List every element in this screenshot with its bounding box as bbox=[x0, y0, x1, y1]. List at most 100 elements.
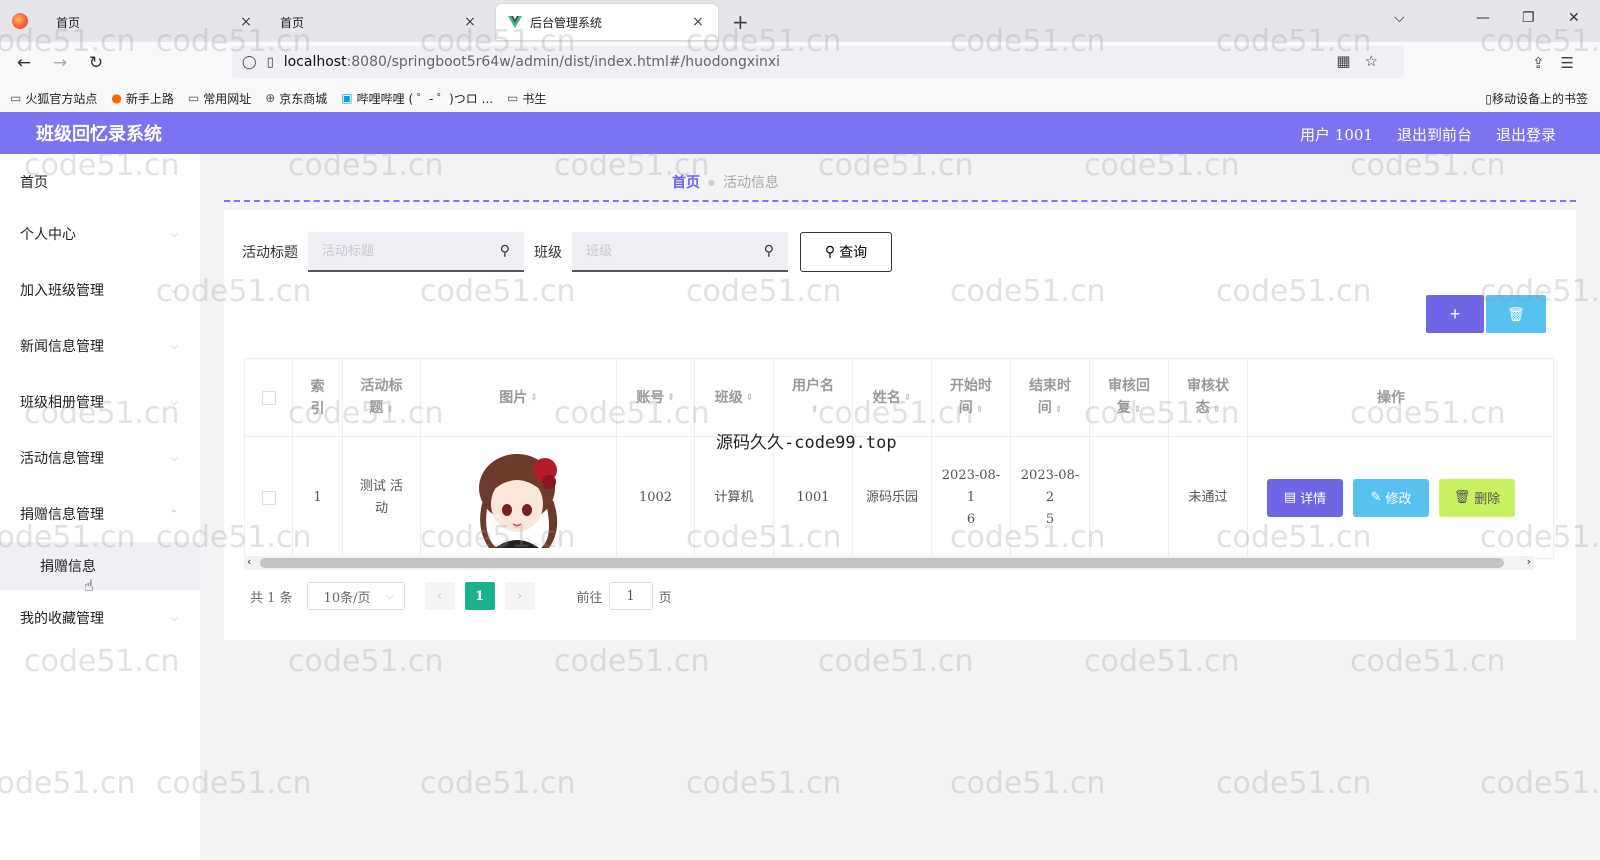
sort-icon[interactable]: ⇕ bbox=[904, 387, 912, 409]
col-account[interactable]: 账号 ⇕ bbox=[617, 359, 695, 436]
document-icon: ▤ bbox=[1283, 490, 1297, 505]
sort-icon[interactable]: ⇕ bbox=[1213, 405, 1221, 415]
sidebar-item-personal-center[interactable]: 个人中心 ⌵ bbox=[0, 206, 200, 262]
col-reply[interactable]: 审核回复 ⇕ bbox=[1090, 359, 1169, 436]
col-label: 题 bbox=[369, 399, 384, 416]
title-search-input[interactable] bbox=[322, 243, 500, 259]
divider bbox=[224, 200, 1576, 202]
tab-list-icon[interactable]: ⌵ bbox=[1394, 10, 1405, 26]
bookmark-item[interactable]: ▭ 书生 bbox=[507, 90, 546, 107]
extensions-icon[interactable]: ⇪☰ bbox=[1532, 54, 1590, 72]
breadcrumb-home[interactable]: 首页 bbox=[672, 172, 700, 192]
table-header-row: 索引 活动标题 ⇕ 图片 ⇕ 账号 ⇕ 班级 ⇕ 用户名 ⇕ 姓名 ⇕ 开始时间 ⇕ 结束时间… bbox=[245, 359, 1553, 437]
bookmark-item[interactable]: ⊕ 京东商城 bbox=[265, 90, 327, 107]
sort-icon[interactable]: ⇕ bbox=[1134, 405, 1142, 415]
col-name[interactable]: 姓名 ⇕ bbox=[853, 359, 932, 436]
sort-icon[interactable]: ⇕ bbox=[386, 405, 394, 415]
col-label: 活动标 bbox=[360, 377, 403, 394]
restore-icon[interactable]: ❐ bbox=[1522, 10, 1535, 26]
col-class[interactable]: 班级 ⇕ bbox=[695, 359, 774, 436]
folder-icon: ▭ bbox=[187, 91, 200, 105]
col-ops: 操作 bbox=[1248, 359, 1534, 436]
page-size-value: 10条/页 bbox=[323, 590, 371, 606]
class-search-field[interactable]: ⚲ bbox=[572, 232, 788, 272]
sidebar-item-join-class[interactable]: 加入班级管理 ⌵ bbox=[0, 262, 200, 318]
new-tab-button[interactable]: + bbox=[732, 10, 749, 34]
cell-ops: ▤ 详情 ✎ 修改 🗑 删除 bbox=[1248, 437, 1534, 558]
forward-icon[interactable]: → bbox=[42, 53, 78, 73]
browser-tab-2[interactable]: 首页 × bbox=[268, 4, 490, 40]
prev-page-button[interactable]: ‹ bbox=[424, 582, 455, 610]
reload-icon[interactable]: ↻ bbox=[78, 53, 114, 73]
goto-page-input[interactable] bbox=[608, 582, 653, 610]
bookmark-item[interactable]: ● 新手上路 bbox=[111, 90, 174, 107]
batch-delete-button[interactable]: 🗑 bbox=[1486, 295, 1546, 333]
table-horizontal-scrollbar[interactable]: ‹ › bbox=[244, 555, 1534, 570]
delete-button[interactable]: 🗑 删除 bbox=[1439, 478, 1515, 517]
watermark: code51.cn bbox=[818, 644, 974, 679]
select-all-checkbox[interactable] bbox=[261, 390, 276, 405]
add-button[interactable]: + bbox=[1426, 295, 1484, 333]
scrollbar-thumb[interactable] bbox=[260, 558, 1504, 568]
sidebar-item-label: 捐赠信息 bbox=[40, 559, 96, 575]
col-end[interactable]: 结束时间 ⇕ bbox=[1011, 359, 1090, 436]
edit-button[interactable]: ✎ 修改 bbox=[1353, 478, 1429, 517]
sort-icon[interactable]: ⇕ bbox=[746, 387, 754, 409]
window-close-icon[interactable]: ✕ bbox=[1568, 10, 1580, 26]
browser-tab-3[interactable]: 后台管理系统 × bbox=[496, 4, 718, 40]
col-index[interactable]: 索引 bbox=[293, 359, 343, 436]
url-bar[interactable]: ◯ ▯ localhost :8080/springboot5r64w/admi… bbox=[232, 46, 1404, 78]
col-username[interactable]: 用户名 ⇕ bbox=[774, 359, 853, 436]
exit-to-front-link[interactable]: 退出到前台 bbox=[1397, 124, 1472, 145]
col-status[interactable]: 审核状态 ⇕ bbox=[1169, 359, 1248, 436]
mobile-bookmarks[interactable]: ▯移动设备上的书签 bbox=[1485, 90, 1588, 107]
sidebar-item-album[interactable]: 班级相册管理 ⌵ bbox=[0, 374, 200, 430]
close-icon[interactable]: × bbox=[462, 14, 478, 30]
sidebar-item-news[interactable]: 新闻信息管理 ⌵ bbox=[0, 318, 200, 374]
detail-button[interactable]: ▤ 详情 bbox=[1267, 478, 1343, 517]
row-checkbox[interactable] bbox=[261, 490, 276, 505]
url-host: localhost bbox=[283, 54, 347, 70]
query-button[interactable]: ⚲ 查询 bbox=[800, 232, 892, 272]
bookmark-label: 常用网址 bbox=[203, 91, 252, 106]
col-start[interactable]: 开始时间 ⇕ bbox=[932, 359, 1011, 436]
sort-icon[interactable]: ⇕ bbox=[530, 387, 538, 409]
sidebar-item-home[interactable]: 首页 bbox=[0, 154, 200, 210]
sidebar-item-favorites[interactable]: 我的收藏管理 ⌵ bbox=[0, 590, 200, 646]
search-icon: ⚲ bbox=[763, 243, 774, 259]
qr-code-icon[interactable]: ▦☆ bbox=[1336, 52, 1392, 70]
browser-tab-1[interactable]: 首页 × bbox=[44, 4, 266, 40]
select-all-cell bbox=[245, 359, 293, 436]
logout-link[interactable]: 退出登录 bbox=[1496, 124, 1556, 145]
bookmark-item[interactable]: ▭ 常用网址 bbox=[188, 90, 251, 107]
scroll-right-icon[interactable]: › bbox=[1527, 555, 1531, 568]
sort-icon[interactable]: ⇕ bbox=[1055, 405, 1063, 415]
close-icon[interactable]: × bbox=[690, 14, 706, 30]
sidebar-item-donation[interactable]: 捐赠信息管理 ⌃ bbox=[0, 486, 200, 542]
sidebar-subitem-donation-info[interactable]: 捐赠信息 bbox=[0, 542, 200, 590]
bookmark-item[interactable]: ▭ 火狐官方站点 bbox=[10, 90, 97, 107]
sort-icon[interactable]: ⇕ bbox=[976, 405, 984, 415]
sort-icon[interactable]: ⇕ bbox=[811, 405, 819, 415]
class-search-label: 班级 bbox=[534, 245, 562, 261]
bookmark-label: 新手上路 bbox=[125, 91, 174, 106]
cell-image bbox=[421, 437, 617, 558]
close-icon[interactable]: × bbox=[238, 14, 254, 30]
title-search-field[interactable]: ⚲ bbox=[308, 232, 524, 272]
scroll-left-icon[interactable]: ‹ bbox=[247, 555, 251, 568]
col-image[interactable]: 图片 ⇕ bbox=[421, 359, 617, 436]
next-page-button[interactable]: › bbox=[504, 582, 535, 610]
cell-name: 源码乐园 bbox=[853, 437, 932, 558]
class-search-input[interactable] bbox=[586, 243, 764, 259]
minimize-icon[interactable]: — bbox=[1476, 10, 1490, 26]
page-number-active[interactable]: 1 bbox=[464, 582, 495, 610]
bookmark-item[interactable]: ▣ 哔哩哔哩 ( ゜- ゜)つロ ... bbox=[341, 90, 493, 107]
table-row: 1 测试 活动 1002 计算机 1001 源码乐园 2023-08-1 6 2… bbox=[245, 437, 1553, 559]
watermark: code51.cn bbox=[1480, 766, 1600, 801]
sidebar-item-activity[interactable]: 活动信息管理 ⌵ bbox=[0, 430, 200, 486]
page-size-select[interactable]: 10条/页 ⌵ bbox=[306, 582, 405, 610]
back-icon[interactable]: ← bbox=[6, 53, 42, 73]
sort-icon[interactable]: ⇕ bbox=[667, 387, 675, 409]
col-title[interactable]: 活动标题 ⇕ bbox=[343, 359, 421, 436]
cell-reply bbox=[1090, 437, 1169, 558]
